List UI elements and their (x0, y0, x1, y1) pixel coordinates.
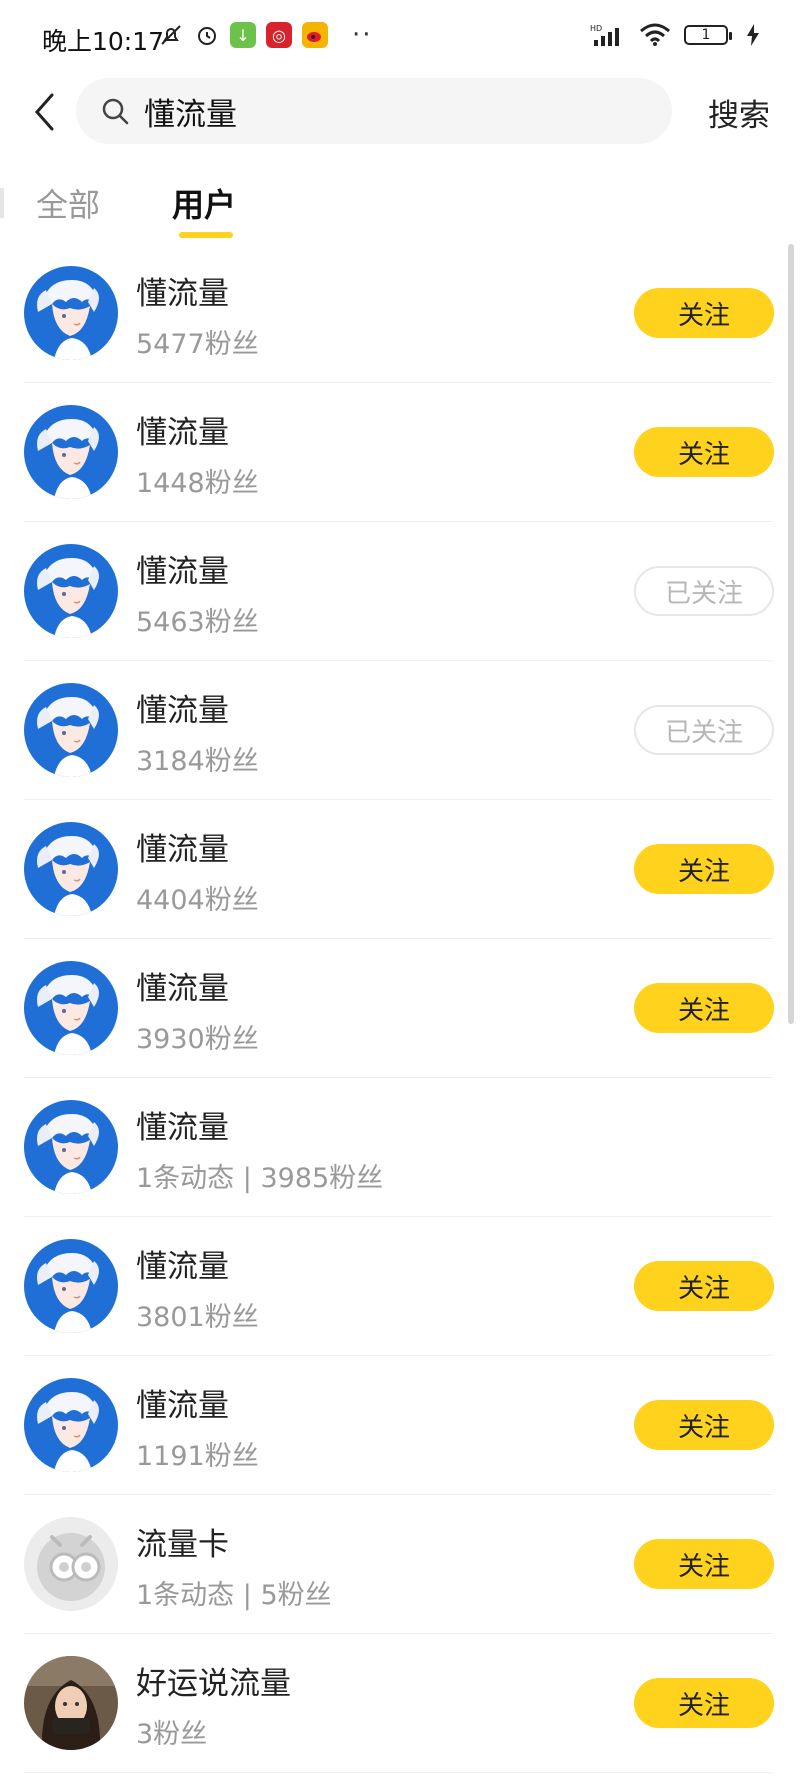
charging-icon (740, 22, 766, 48)
search-icon (100, 96, 130, 126)
user-name[interactable]: 懂流量 (136, 1102, 229, 1147)
user-follower-count: 3801粉丝 (136, 1302, 259, 1333)
mute-bell-icon (158, 22, 184, 48)
status-icons-left: ↓ ◎ (158, 22, 328, 48)
user-list: 懂流量 5477粉丝 关注 懂流量 1448粉丝 关注 懂流量 5463粉丝 已关注 懂流量 318… (0, 244, 800, 1773)
follow-button[interactable]: 关注 (634, 983, 774, 1033)
user-avatar[interactable] (24, 1517, 118, 1611)
tab-divider (0, 188, 4, 218)
user-follower-count: 5477粉丝 (136, 329, 259, 360)
tab-all[interactable]: 全部 (36, 180, 100, 226)
user-follower-count: 1448粉丝 (136, 468, 259, 499)
wifi-icon (638, 22, 672, 48)
user-name[interactable]: 懂流量 (136, 685, 229, 730)
user-avatar[interactable] (24, 683, 118, 777)
download-app-icon: ↓ (230, 22, 256, 48)
user-name[interactable]: 懂流量 (136, 268, 229, 313)
follow-button[interactable]: 关注 (634, 1678, 774, 1728)
user-avatar[interactable] (24, 961, 118, 1055)
user-avatar[interactable] (24, 266, 118, 360)
follow-button[interactable]: 关注 (634, 427, 774, 477)
user-row[interactable]: 懂流量 5463粉丝 已关注 (0, 522, 800, 661)
scrollbar[interactable] (788, 244, 794, 1024)
user-follower-count: 1191粉丝 (136, 1441, 259, 1472)
back-button[interactable] (24, 88, 64, 136)
following-button[interactable]: 已关注 (634, 705, 774, 755)
search-header: 搜索 (0, 74, 800, 152)
user-row[interactable]: 好运说流量 3粉丝 关注 (0, 1634, 800, 1773)
status-bar: 晚上10:17 ↓ ◎ ·· HD 1 (0, 0, 800, 74)
chevron-left-icon (34, 93, 54, 131)
user-name[interactable]: 懂流量 (136, 407, 229, 452)
user-avatar[interactable] (24, 822, 118, 916)
tab-users[interactable]: 用户 (172, 180, 236, 226)
search-button[interactable]: 搜索 (708, 90, 770, 135)
user-avatar[interactable] (24, 1100, 118, 1194)
user-follower-count: 5463粉丝 (136, 607, 259, 638)
user-name[interactable]: 懂流量 (136, 963, 229, 1008)
user-row[interactable]: 懂流量 1条动态 | 3985粉丝 (0, 1078, 800, 1217)
alarm-clock-icon (194, 22, 220, 48)
user-follower-count: 3184粉丝 (136, 746, 259, 777)
user-follower-count: 3粉丝 (136, 1719, 208, 1750)
follow-button[interactable]: 关注 (634, 844, 774, 894)
weibo-app-icon (302, 22, 328, 48)
user-follower-count: 1条动态 | 5粉丝 (136, 1580, 332, 1611)
user-name[interactable]: 好运说流量 (136, 1658, 291, 1703)
more-notifications-icon: ·· (352, 20, 373, 50)
user-name[interactable]: 懂流量 (136, 1241, 229, 1286)
status-time: 晚上10:17 (42, 27, 165, 56)
active-tab-indicator (179, 232, 233, 238)
user-row[interactable]: 懂流量 4404粉丝 关注 (0, 800, 800, 939)
user-avatar[interactable] (24, 405, 118, 499)
user-avatar[interactable] (24, 1378, 118, 1472)
result-tabs: 全部 用户 (0, 170, 800, 242)
battery-icon: 1 (684, 25, 732, 45)
signal-icon: HD (590, 22, 626, 48)
user-avatar[interactable] (24, 544, 118, 638)
follow-button[interactable]: 关注 (634, 1400, 774, 1450)
user-row[interactable]: 懂流量 3184粉丝 已关注 (0, 661, 800, 800)
user-row[interactable]: 懂流量 1191粉丝 关注 (0, 1356, 800, 1495)
user-name[interactable]: 流量卡 (136, 1519, 229, 1564)
user-name[interactable]: 懂流量 (136, 546, 229, 591)
follow-button[interactable]: 关注 (634, 1261, 774, 1311)
status-icons-right: HD 1 (590, 22, 766, 48)
user-avatar[interactable] (24, 1656, 118, 1750)
user-avatar[interactable] (24, 1239, 118, 1333)
svg-text:HD: HD (590, 24, 602, 33)
user-row[interactable]: 懂流量 5477粉丝 关注 (0, 244, 800, 383)
user-name[interactable]: 懂流量 (136, 824, 229, 869)
user-row[interactable]: 懂流量 3930粉丝 关注 (0, 939, 800, 1078)
following-button[interactable]: 已关注 (634, 566, 774, 616)
follow-button[interactable]: 关注 (634, 1539, 774, 1589)
user-row[interactable]: 懂流量 1448粉丝 关注 (0, 383, 800, 522)
user-follower-count: 4404粉丝 (136, 885, 259, 916)
user-name[interactable]: 懂流量 (136, 1380, 229, 1425)
search-box[interactable] (76, 78, 672, 144)
user-row[interactable]: 懂流量 3801粉丝 关注 (0, 1217, 800, 1356)
follow-button[interactable]: 关注 (634, 288, 774, 338)
search-input[interactable] (142, 92, 646, 130)
user-row[interactable]: 流量卡 1条动态 | 5粉丝 关注 (0, 1495, 800, 1634)
user-follower-count: 1条动态 | 3985粉丝 (136, 1163, 384, 1194)
user-follower-count: 3930粉丝 (136, 1024, 259, 1055)
bank-app-icon: ◎ (266, 22, 292, 48)
